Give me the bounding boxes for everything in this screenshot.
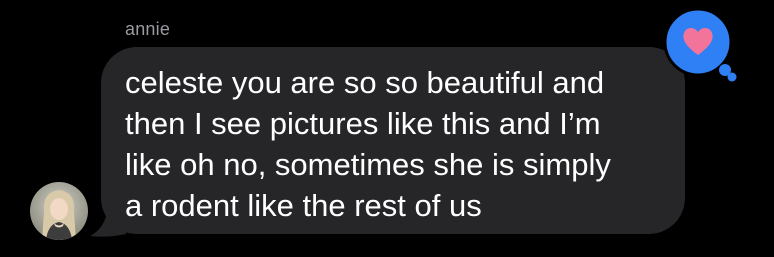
message-thread: annie celeste you are so so beautiful an… [0,0,774,257]
sender-name: annie [125,19,171,39]
user-avatar-photo [30,182,88,240]
sender-avatar[interactable] [30,182,88,240]
reaction-badge[interactable] [660,5,744,85]
message-text: celeste you are so so beautiful and then… [125,65,611,223]
